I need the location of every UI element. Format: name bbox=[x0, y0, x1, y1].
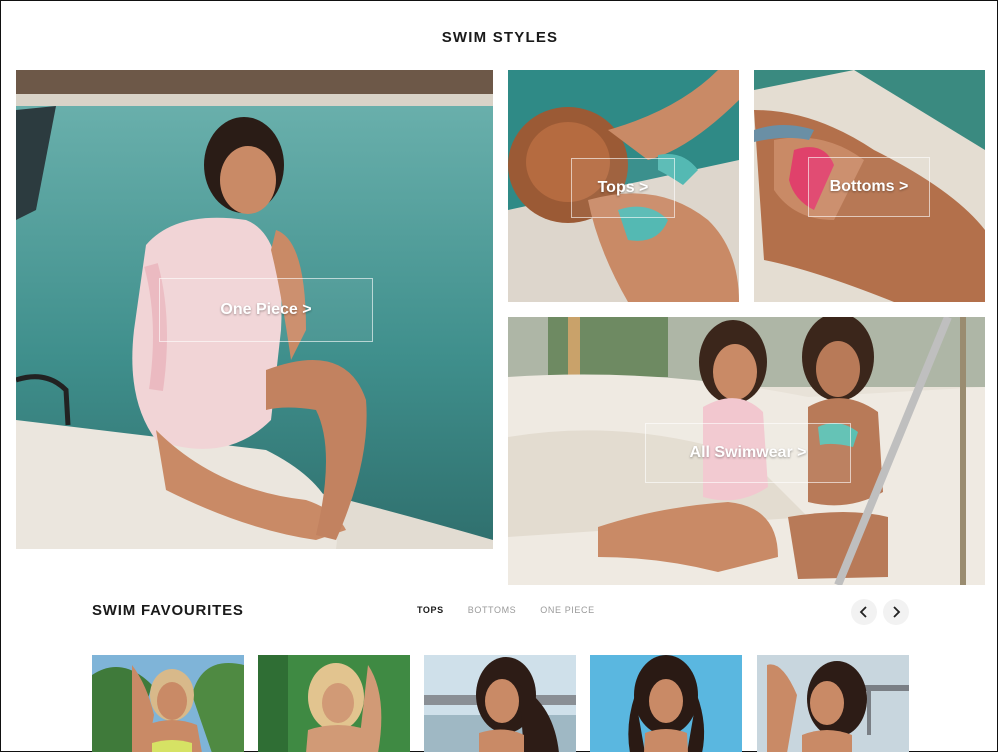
product-card[interactable] bbox=[92, 655, 244, 752]
chevron-right-icon bbox=[893, 606, 901, 618]
tops-link[interactable]: Tops > bbox=[571, 158, 675, 218]
product-card[interactable] bbox=[424, 655, 576, 752]
tab-bottoms[interactable]: BOTTOMS bbox=[468, 605, 517, 615]
page-title: SWIM STYLES bbox=[441, 29, 559, 46]
product-image bbox=[92, 655, 244, 752]
tab-tops[interactable]: TOPS bbox=[417, 605, 444, 615]
favourites-title: SWIM FAVOURITES bbox=[92, 602, 244, 619]
favourites-tabs: TOPS BOTTOMS ONE PIECE bbox=[417, 605, 595, 615]
product-image bbox=[590, 655, 742, 752]
product-card[interactable] bbox=[757, 655, 909, 752]
carousel-prev-button[interactable] bbox=[851, 599, 877, 625]
product-image bbox=[757, 655, 909, 752]
tops-category-tile[interactable]: Tops > bbox=[508, 70, 739, 302]
chevron-left-icon bbox=[859, 606, 867, 618]
one-piece-category-tile[interactable]: One Piece > bbox=[16, 70, 493, 549]
product-image bbox=[258, 655, 410, 752]
bottoms-category-tile[interactable]: Bottoms > bbox=[754, 70, 985, 302]
bottoms-link[interactable]: Bottoms > bbox=[808, 157, 930, 217]
carousel-next-button[interactable] bbox=[883, 599, 909, 625]
product-card[interactable] bbox=[258, 655, 410, 752]
all-swimwear-link[interactable]: All Swimwear > bbox=[645, 423, 851, 483]
product-card[interactable] bbox=[590, 655, 742, 752]
all-swimwear-category-tile[interactable]: All Swimwear > bbox=[508, 317, 985, 585]
tab-one-piece[interactable]: ONE PIECE bbox=[540, 605, 594, 615]
product-image bbox=[424, 655, 576, 752]
one-piece-link[interactable]: One Piece > bbox=[159, 278, 373, 342]
